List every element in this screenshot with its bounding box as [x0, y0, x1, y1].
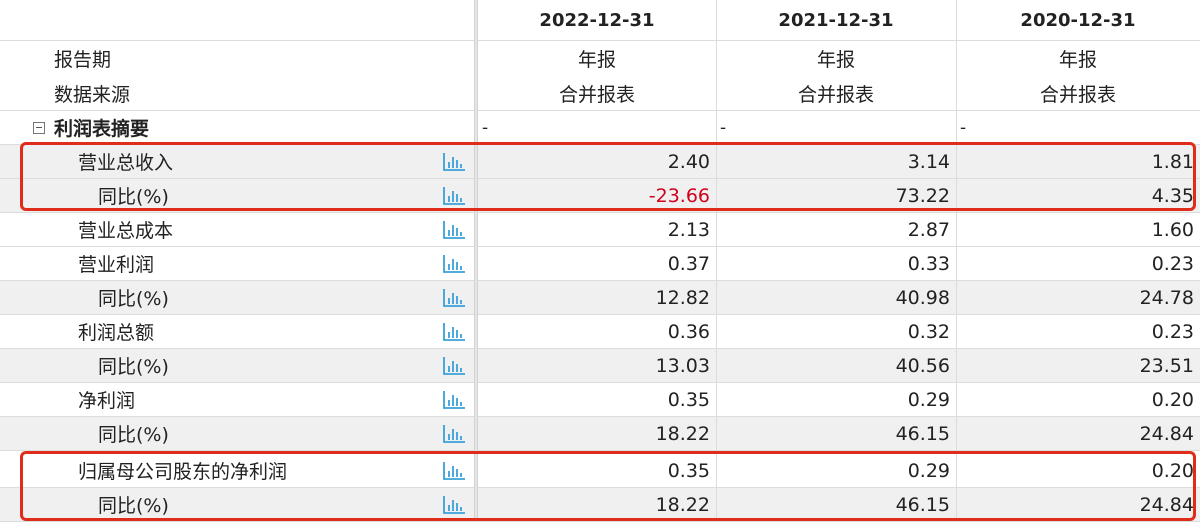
bar-chart-icon[interactable] — [441, 185, 467, 207]
report-period-value: 年报 — [1058, 49, 1097, 71]
section-cell: 利润表摘要 — [0, 111, 476, 144]
header-row: 2022-12-31 2021-12-31 2020-12-31 — [0, 0, 1200, 41]
value-cell: 24.78 — [1139, 286, 1194, 309]
value-cell: 0.29 — [907, 388, 950, 411]
row-label: 营业总收入 — [78, 152, 174, 174]
header-corner — [0, 0, 476, 40]
report-period-row: 报告期 年报 年报 年报 — [0, 41, 1200, 76]
value-cell: 4.35 — [1151, 184, 1194, 207]
value-cell: 0.23 — [1151, 252, 1194, 275]
value-cell: 23.51 — [1139, 354, 1194, 377]
value-cell: 0.20 — [1151, 388, 1194, 411]
value-cell: 2.13 — [667, 218, 710, 241]
column-header-date[interactable]: 2021-12-31 — [716, 0, 956, 40]
value-cell: 46.15 — [895, 422, 950, 445]
value-cell: 2.87 — [907, 218, 950, 241]
row-label: 利润总额 — [78, 322, 155, 344]
value-cell: 40.56 — [895, 354, 950, 377]
bar-chart-icon[interactable] — [441, 219, 467, 241]
row-label: 报告期 — [54, 49, 112, 71]
row-label: 营业利润 — [78, 254, 155, 276]
value-cell: 0.32 — [907, 320, 950, 343]
value-cell: 40.98 — [895, 286, 950, 309]
row-label: 净利润 — [78, 390, 136, 412]
bar-chart-icon[interactable] — [441, 423, 467, 445]
value-cell: 13.03 — [655, 354, 710, 377]
data-source-value: 合并报表 — [1039, 83, 1116, 106]
row-label: 同比(%) — [98, 356, 169, 378]
row-label: 同比(%) — [98, 424, 169, 446]
value-cell: 18.22 — [655, 422, 710, 445]
value-cell: 46.15 — [895, 493, 950, 516]
value-cell: 12.82 — [655, 286, 710, 309]
table-row: 利润总额 0.36 0.32 0.23 — [0, 315, 1200, 349]
frozen-column-divider[interactable] — [474, 0, 478, 522]
table-row: 营业利润 0.37 0.33 0.23 — [0, 247, 1200, 281]
value-cell: 0.23 — [1151, 320, 1194, 343]
row-label: 营业总成本 — [78, 220, 174, 242]
bar-chart-icon[interactable] — [441, 151, 467, 173]
row-label: 同比(%) — [98, 186, 169, 208]
table-row: 归属母公司股东的净利润 0.35 0.29 0.20 — [0, 454, 1200, 488]
financial-table: 2022-12-31 2021-12-31 2020-12-31 报告期 年报 … — [0, 0, 1200, 522]
value-cell: 1.81 — [1151, 150, 1194, 173]
table-row: 同比(%) 12.82 40.98 24.78 — [0, 281, 1200, 315]
value-cell: 0.35 — [667, 459, 710, 482]
row-label: 同比(%) — [98, 495, 169, 517]
collapse-toggle-icon[interactable] — [33, 122, 45, 134]
bar-chart-icon[interactable] — [441, 389, 467, 411]
data-source-row: 数据来源 合并报表 合并报表 合并报表 — [0, 76, 1200, 111]
value-cell: 0.35 — [667, 388, 710, 411]
section-row: 利润表摘要 - - - — [0, 111, 1200, 145]
value-cell-negative: -23.66 — [648, 184, 710, 207]
column-header-date[interactable]: 2022-12-31 — [478, 0, 716, 40]
bar-chart-icon[interactable] — [441, 460, 467, 482]
value-cell: 0.29 — [907, 459, 950, 482]
bar-chart-icon[interactable] — [441, 321, 467, 343]
value-cell: 2.40 — [667, 150, 710, 173]
report-period-value: 年报 — [577, 49, 616, 71]
value-cell: 24.84 — [1139, 493, 1194, 516]
table-row: 同比(%) -23.66 73.22 4.35 — [0, 179, 1200, 213]
value-cell: 0.37 — [667, 252, 710, 275]
value-cell: 1.60 — [1151, 218, 1194, 241]
section-value: - — [960, 117, 967, 138]
bar-chart-icon[interactable] — [441, 494, 467, 516]
value-cell: 18.22 — [655, 493, 710, 516]
value-cell: 0.36 — [667, 320, 710, 343]
section-value: - — [482, 117, 489, 138]
section-title: 利润表摘要 — [54, 118, 150, 140]
bar-chart-icon[interactable] — [441, 287, 467, 309]
column-divider — [956, 0, 957, 522]
table-row: 同比(%) 18.22 46.15 24.84 — [0, 417, 1200, 451]
data-source-value: 合并报表 — [558, 83, 635, 106]
row-label: 数据来源 — [54, 83, 131, 106]
bar-chart-icon[interactable] — [441, 253, 467, 275]
section-value: - — [720, 117, 727, 138]
value-cell: 3.14 — [907, 150, 950, 173]
value-cell: 0.33 — [907, 252, 950, 275]
table-row: 同比(%) 18.22 46.15 24.84 — [0, 488, 1200, 522]
value-cell: 0.20 — [1151, 459, 1194, 482]
value-cell: 24.84 — [1139, 422, 1194, 445]
row-label: 同比(%) — [98, 288, 169, 310]
data-source-value: 合并报表 — [797, 83, 874, 106]
bar-chart-icon[interactable] — [441, 355, 467, 377]
table-row: 同比(%) 13.03 40.56 23.51 — [0, 349, 1200, 383]
row-label: 归属母公司股东的净利润 — [78, 461, 288, 483]
column-header-date[interactable]: 2020-12-31 — [956, 0, 1200, 40]
report-period-value: 年报 — [816, 49, 855, 71]
value-cell: 73.22 — [895, 184, 950, 207]
table-row: 营业总成本 2.13 2.87 1.60 — [0, 213, 1200, 247]
table-row: 营业总收入 2.40 3.14 1.81 — [0, 145, 1200, 179]
table-row: 净利润 0.35 0.29 0.20 — [0, 383, 1200, 417]
column-divider — [716, 0, 717, 522]
